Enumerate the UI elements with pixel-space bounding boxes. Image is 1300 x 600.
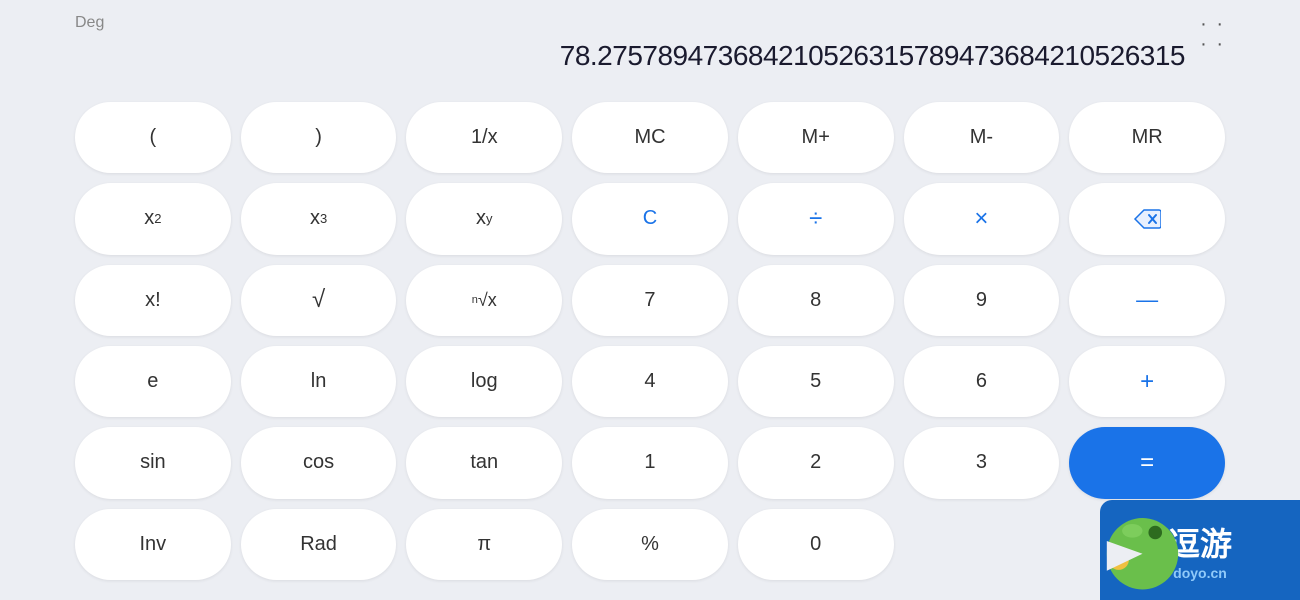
button-percent[interactable]: % [572,509,728,580]
button-close-paren[interactable]: ) [241,102,397,173]
button-minus[interactable]: — [1069,265,1225,336]
button-reciprocal[interactable]: 1/x [406,102,562,173]
button-0[interactable]: 0 [738,509,894,580]
button-inv[interactable]: Inv [75,509,231,580]
button-cos[interactable]: cos [241,427,397,498]
button-x3[interactable]: x3 [241,183,397,254]
button-factorial[interactable]: x! [75,265,231,336]
button-nth-root[interactable]: n√x [406,265,562,336]
button-log[interactable]: log [406,346,562,417]
button-sin[interactable]: sin [75,427,231,498]
button-mminus[interactable]: M- [904,102,1060,173]
button-6[interactable]: 6 [904,346,1060,417]
button-2[interactable]: 2 [738,427,894,498]
button-tan[interactable]: tan [406,427,562,498]
button-e[interactable]: e [75,346,231,417]
button-rad[interactable]: Rad [241,509,397,580]
button-4[interactable]: 4 [572,346,728,417]
buttons-grid: ()1/xMCM+M-MR x2x3xyC÷× x!√n√x789— elnlog45… [75,102,1225,580]
button-ln[interactable]: ln [241,346,397,417]
button-mplus[interactable]: M+ [738,102,894,173]
display-area: Deg · ·· · 78.27578947368421052631578947… [75,0,1225,92]
button-clear[interactable]: C [572,183,728,254]
button-x2[interactable]: x2 [75,183,231,254]
calculator-app: Deg · ·· · 78.27578947368421052631578947… [0,0,1300,600]
more-options-button[interactable]: · ·· · [1200,14,1225,54]
button-8[interactable]: 8 [738,265,894,336]
button-sqrt[interactable]: √ [241,265,397,336]
button-open-paren[interactable]: ( [75,102,231,173]
button-mc[interactable]: MC [572,102,728,173]
angle-mode-label: Deg [75,14,104,32]
watermark: 逗游 doyo.cn [1080,480,1300,600]
mascot-icon [1100,507,1185,592]
button-mr[interactable]: MR [1069,102,1225,173]
button-divide[interactable]: ÷ [738,183,894,254]
button-3[interactable]: 3 [904,427,1060,498]
button-plus[interactable]: + [1069,346,1225,417]
button-5[interactable]: 5 [738,346,894,417]
button-xy[interactable]: xy [406,183,562,254]
button-1[interactable]: 1 [572,427,728,498]
button-9[interactable]: 9 [904,265,1060,336]
button-multiply[interactable]: × [904,183,1060,254]
button-7[interactable]: 7 [572,265,728,336]
button-pi[interactable]: π [406,509,562,580]
number-display: 78.2757894736842105263157894736842105263… [75,10,1225,82]
button-backspace[interactable] [1069,183,1225,254]
